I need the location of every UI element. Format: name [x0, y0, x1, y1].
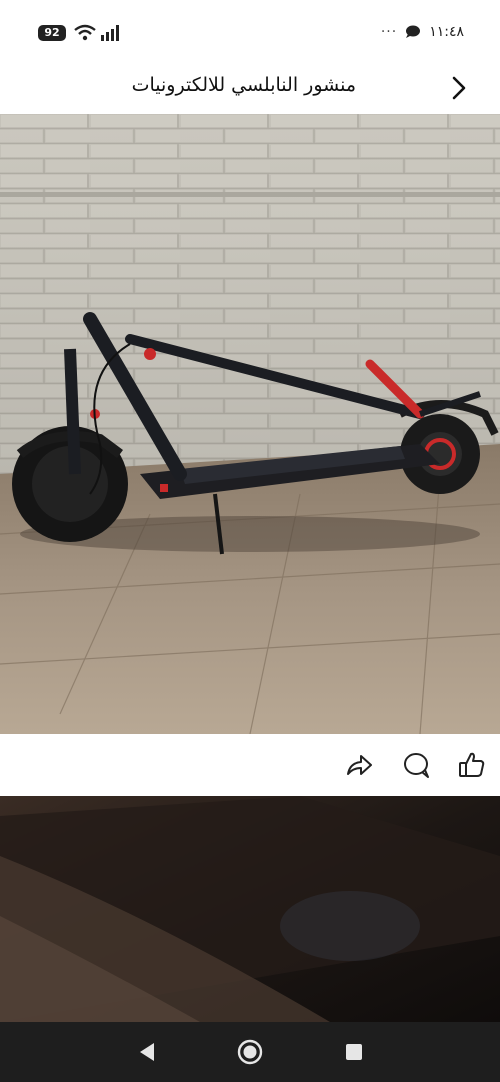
battery-level: 92: [44, 26, 60, 39]
dark-floor-photo: [0, 796, 500, 1022]
like-icon[interactable]: [457, 750, 487, 780]
page-title: منشور النابلسي للالكترونيات: [131, 74, 356, 96]
clock: ١١:٤٨: [429, 24, 464, 40]
scooter-photo: [0, 114, 500, 734]
wifi-icon: [74, 24, 96, 41]
system-nav-bar: [0, 1022, 500, 1082]
chevron-right-icon[interactable]: [446, 74, 472, 102]
post-action-bar: [0, 734, 500, 796]
status-right: ··· ١١:٤٨: [381, 24, 464, 40]
chat-icon: [406, 25, 421, 38]
home-circle-icon[interactable]: [236, 1038, 264, 1066]
recents-square-icon[interactable]: [340, 1038, 368, 1066]
post-photo[interactable]: [0, 114, 500, 734]
battery-icon: 92: [38, 25, 66, 41]
overflow-dots: ···: [380, 24, 398, 40]
header: منشور النابلسي للالكترونيات: [0, 64, 500, 114]
comment-icon[interactable]: [401, 750, 431, 780]
share-icon[interactable]: [344, 750, 374, 780]
back-triangle-icon[interactable]: [134, 1038, 162, 1066]
wifi-signal-icons: [74, 24, 119, 41]
status-bar: 92 ··· ١١:٤٨: [0, 0, 500, 64]
post-photo-2[interactable]: [0, 796, 500, 1022]
signal-icon: [101, 25, 119, 41]
